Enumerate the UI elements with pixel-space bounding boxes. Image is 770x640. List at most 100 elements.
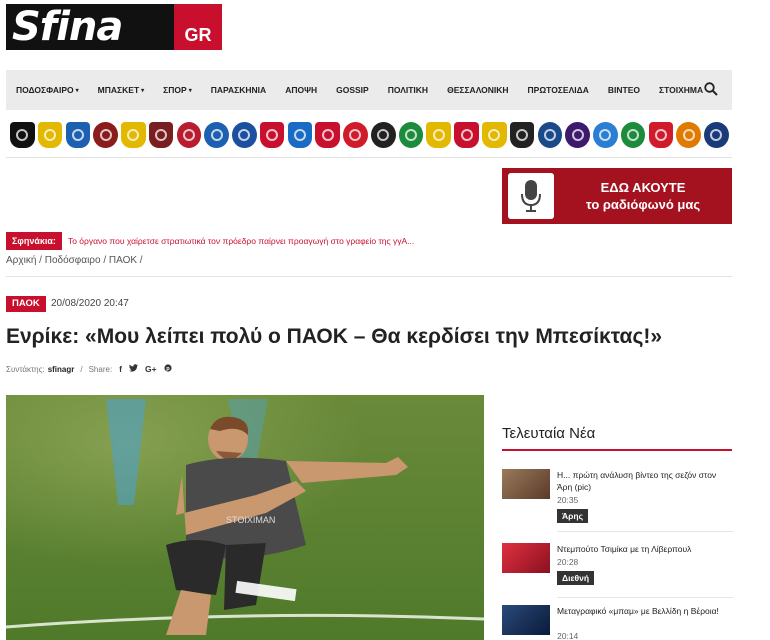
nav-item[interactable]: ΘΕΣΣΑΛΟΝΙΚΗ — [447, 85, 508, 95]
breaking-headline[interactable]: Το όργανο που χαίρετσε στρατιωτικά τον π… — [68, 236, 414, 246]
nav-item[interactable]: ΠΡΩΤΟΣΕΛΙΔΑ — [528, 85, 589, 95]
club-logo-mark — [405, 129, 417, 141]
club-logo-mark — [155, 129, 168, 141]
club-logo-icon[interactable] — [10, 122, 35, 148]
club-logo-mark — [293, 129, 306, 141]
club-logo-icon[interactable] — [121, 122, 146, 148]
logo-main: Sfina — [6, 4, 174, 50]
author-name[interactable]: sfinagr — [48, 365, 75, 374]
nav-item-label: ΠΡΩΤΟΣΕΛΙΔΑ — [527, 85, 589, 95]
nav-item-label: ΠΑΡΑΣΚΗΝΙΑ — [210, 85, 267, 95]
nav-item[interactable]: ΒΙΝΤΕΟ — [608, 85, 640, 95]
club-logo-icon[interactable] — [370, 122, 396, 148]
svg-text:STOIXIMAN: STOIXIMAN — [226, 515, 275, 525]
club-logo-mark — [571, 129, 584, 141]
article-meta: Συντάκτης: sfinagr / Share: f G+ p — [6, 364, 172, 374]
nav-item[interactable]: ΠΑΡΑΣΚΗΝΙΑ — [211, 85, 266, 95]
club-logo-icon[interactable] — [509, 122, 535, 148]
news-title[interactable]: Μεταγραφικό «μπαμ» με Βελλίδη η Βέροια! — [557, 605, 733, 617]
news-thumbnail[interactable] — [502, 605, 550, 635]
breaking-ticker: Σφηνάκια: Το όργανο που χαίρετσε στρατιω… — [6, 231, 732, 251]
svg-text:p: p — [166, 366, 170, 372]
club-logo-icon[interactable] — [343, 122, 368, 148]
nav-item[interactable]: ΠΟΔΟΣΦΑΙΡΟ ▾ — [16, 85, 79, 95]
club-logo-mark — [377, 129, 390, 141]
facebook-icon[interactable]: f — [119, 364, 122, 374]
nav-item[interactable]: ΜΠΑΣΚΕΤ ▾ — [98, 85, 144, 95]
club-logo-mark — [210, 129, 223, 141]
breadcrumb[interactable]: Αρχική / Ποδόσφαιρο / ΠΑΟΚ / — [6, 255, 143, 266]
news-thumbnail[interactable] — [502, 543, 550, 573]
club-logo-mark — [432, 129, 445, 141]
pinterest-icon[interactable]: p — [163, 364, 172, 374]
club-logo-icon[interactable] — [620, 122, 646, 148]
chevron-down-icon: ▾ — [188, 87, 192, 94]
club-logo-icon[interactable] — [593, 122, 618, 148]
nav-item[interactable]: ΣΤΟΙΧΗΜΑ — [659, 85, 703, 95]
site-logo[interactable]: Sfina GR — [6, 4, 224, 52]
radio-banner[interactable]: ΕΔΩ ΑΚΟΥΤΕ το ραδιόφωνό μας — [502, 168, 732, 224]
club-logo-mark — [543, 129, 556, 141]
radio-line-2: το ραδιόφωνό μας — [585, 197, 701, 212]
twitter-icon[interactable] — [129, 364, 139, 374]
article-headline: Ενρίκε: «Μου λείπει πολύ ο ΠΑΟΚ – Θα κερ… — [6, 325, 663, 348]
page: Sfina GR ΠΟΔΟΣΦΑΙΡΟ ▾ ΜΠΑΣΚΕΤ ▾ ΣΠΟΡ ▾ ΠΑΡΑΣΚΗ… — [0, 0, 770, 640]
nav-item-label: ΣΠΟΡ — [163, 85, 187, 95]
nav-item-label: ΠΟΔΟΣΦΑΙΡΟ — [16, 85, 74, 95]
club-logo-mark — [266, 129, 279, 141]
news-title[interactable]: Ντεμπούτο Τσιμίκα με τη Λίβερπουλ — [557, 543, 733, 555]
search-icon[interactable] — [704, 82, 718, 96]
club-logo-icon[interactable] — [65, 122, 91, 148]
divider — [6, 157, 732, 158]
nav-item[interactable]: GOSSIP — [336, 85, 369, 95]
club-logo-icon[interactable] — [232, 122, 257, 148]
club-logo-mark — [99, 129, 112, 141]
author-label: Συντάκτης: — [6, 364, 45, 374]
club-logo-mark — [238, 129, 251, 141]
nav-item[interactable]: ΠΟΛΙΤΙΚΗ — [388, 85, 428, 95]
club-logo-icon[interactable] — [537, 122, 563, 148]
club-logo-mark — [627, 129, 640, 141]
article-date: 20/08/2020 20:47 — [51, 298, 129, 309]
divider — [557, 597, 733, 598]
club-logo-icon[interactable] — [37, 122, 63, 148]
club-logo-icon[interactable] — [565, 122, 590, 148]
divider — [557, 531, 733, 532]
club-logo-icon[interactable] — [287, 122, 313, 148]
nav-item[interactable]: ΑΠΟΨΗ — [285, 85, 317, 95]
club-logo-icon[interactable] — [259, 122, 285, 148]
club-logo-icon[interactable] — [204, 122, 229, 148]
club-logo-mark — [488, 129, 501, 141]
club-logo-icon[interactable] — [426, 122, 452, 148]
club-logo-icon[interactable] — [148, 122, 174, 148]
club-logo-icon[interactable] — [454, 122, 479, 148]
nav-item-label: ΣΤΟΙΧΗΜΑ — [658, 85, 704, 95]
club-logo-icon[interactable] — [676, 122, 701, 148]
club-logo-icon[interactable] — [482, 122, 507, 148]
club-logo-icon[interactable] — [315, 122, 340, 148]
club-logo-icon[interactable] — [176, 122, 202, 148]
nav-item-label: ΠΟΛΙΤΙΚΗ — [387, 85, 429, 95]
club-logo-icon[interactable] — [398, 122, 424, 148]
club-logo-mark — [599, 129, 612, 141]
club-logo-icon[interactable] — [648, 122, 674, 148]
news-time: 20:28 — [557, 557, 579, 567]
news-tag[interactable]: Διεθνή — [557, 571, 595, 585]
breaking-label: Σφηνάκια: — [6, 232, 62, 250]
radio-banner-text: ΕΔΩ ΑΚΟΥΤΕ το ραδιόφωνό μας — [554, 179, 732, 213]
club-logo-mark — [44, 129, 57, 141]
nav-item-label: ΘΕΣΣΑΛΟΝΙΚΗ — [447, 85, 509, 95]
category-badge[interactable]: ΠΑΟΚ — [6, 296, 46, 312]
nav-item[interactable]: ΣΠΟΡ ▾ — [163, 85, 192, 95]
club-logo-icon[interactable] — [93, 122, 118, 148]
club-logo-icon[interactable] — [704, 122, 729, 148]
article-photo: STOIXIMAN — [6, 395, 484, 640]
google-plus-icon[interactable]: G+ — [145, 364, 157, 374]
news-tag[interactable]: Άρης — [557, 509, 589, 523]
news-thumbnail[interactable] — [502, 469, 550, 499]
share-label: Share: — [88, 364, 113, 374]
nav-item-label: ΒΙΝΤΕΟ — [607, 85, 640, 95]
divider — [6, 276, 732, 277]
club-logo-mark — [71, 129, 84, 141]
news-title[interactable]: Η... πρώτη ανάλυση βίντεο της σεζόν στον… — [557, 469, 733, 493]
